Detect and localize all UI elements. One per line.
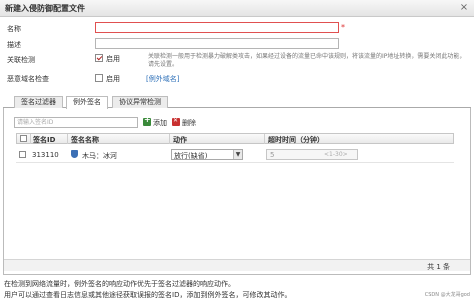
col-signature-id[interactable]: 签名ID bbox=[33, 135, 55, 145]
related-detection-note: 关联检测一般用于检测暴力破解类攻击，如果经过设备的流量已命中该规则，将该流量的I… bbox=[148, 53, 466, 68]
record-count: 共 1 条 bbox=[427, 263, 450, 271]
shield-icon bbox=[71, 150, 78, 158]
malicious-domain-checkbox[interactable] bbox=[95, 74, 103, 82]
exception-domain-link[interactable]: [例外域名] bbox=[146, 74, 179, 84]
tab-signature-filter[interactable]: 签名过滤器 bbox=[14, 96, 63, 108]
table-header: 签名ID 签名名称 动作 超时时间（分钟） bbox=[16, 133, 454, 144]
timeout-value: 5 bbox=[270, 151, 275, 159]
select-all-checkbox[interactable] bbox=[20, 135, 27, 142]
action-select[interactable]: 放行(缺省) ▼ bbox=[171, 149, 243, 160]
description-label: 描述 bbox=[7, 41, 21, 49]
description-input[interactable] bbox=[95, 38, 339, 49]
row-signature-id: 313110 bbox=[32, 151, 59, 159]
malicious-domain-label: 恶意域名检查 bbox=[7, 75, 49, 83]
related-detection-checkbox[interactable] bbox=[95, 54, 103, 62]
note-line-1: 在检测到网络流量时，例外签名的响应动作优先于签名过滤器的响应动作。 bbox=[4, 280, 235, 288]
malicious-enable-label: 启用 bbox=[106, 75, 120, 83]
row-checkbox[interactable] bbox=[19, 151, 26, 158]
col-timeout[interactable]: 超时时间（分钟） bbox=[268, 135, 324, 145]
table-row[interactable]: 313110 木马：冰河 放行(缺省) ▼ 5 <1-30> bbox=[16, 147, 454, 163]
related-enable-label: 启用 bbox=[106, 55, 120, 63]
action-select-value: 放行(缺省) bbox=[174, 152, 208, 160]
col-action[interactable]: 动作 bbox=[173, 135, 187, 145]
timeout-range-hint: <1-30> bbox=[324, 151, 348, 158]
related-detection-label: 关联检测 bbox=[7, 56, 35, 64]
tab-protocol-anomaly[interactable]: 协议异常检测 bbox=[112, 96, 168, 108]
note-line-2: 用户可以通过查看日志信息或其他途径获取误报的签名ID，添加到例外签名，可修改其动… bbox=[4, 291, 292, 299]
tab-exception-signature[interactable]: 例外签名 bbox=[66, 96, 108, 109]
add-button[interactable]: 添加 bbox=[153, 118, 167, 128]
delete-icon[interactable] bbox=[172, 117, 180, 126]
window-title: 新建入侵防御配置文件 bbox=[5, 4, 85, 13]
chevron-down-icon[interactable]: ▼ bbox=[233, 150, 242, 159]
col-signature-name[interactable]: 签名名称 bbox=[71, 135, 99, 145]
close-icon[interactable]: × bbox=[458, 2, 470, 14]
table-footer: 共 1 条 bbox=[4, 259, 470, 271]
signature-search-input[interactable]: 请输入签名ID bbox=[14, 117, 138, 128]
delete-button[interactable]: 删除 bbox=[182, 118, 196, 128]
row-signature-name: 木马：冰河 bbox=[82, 152, 117, 160]
name-label: 名称 bbox=[7, 25, 21, 33]
name-input[interactable] bbox=[95, 22, 339, 33]
watermark: CSDN @大龙哥god bbox=[424, 292, 470, 298]
add-icon[interactable] bbox=[143, 115, 151, 126]
required-marker: * bbox=[341, 23, 345, 32]
title-bar: 新建入侵防御配置文件 × bbox=[0, 0, 474, 17]
